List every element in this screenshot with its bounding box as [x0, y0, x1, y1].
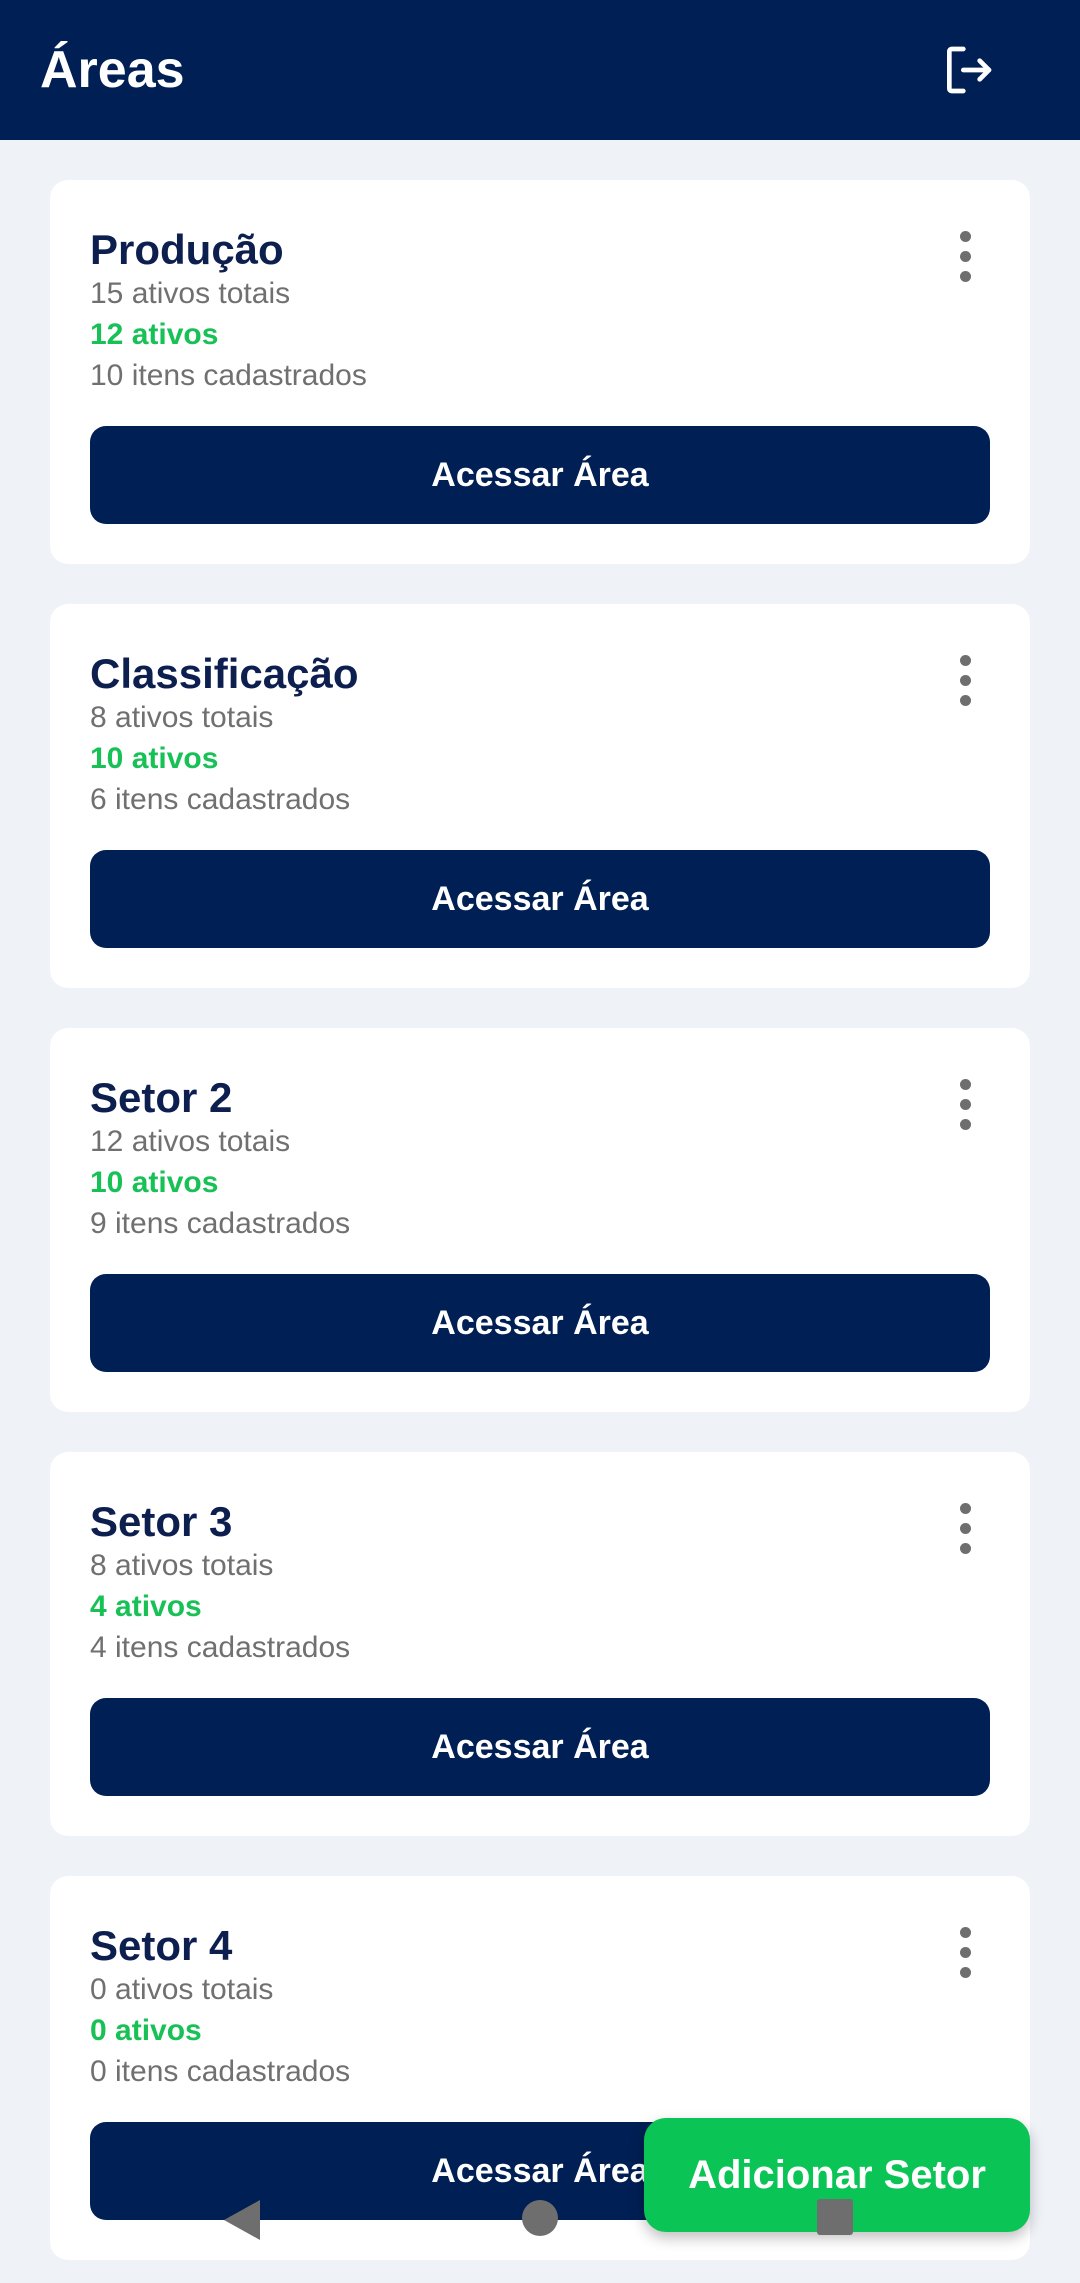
registered-items-text: 4 itens cadastrados	[90, 1631, 351, 1664]
active-assets-text: 0 ativos	[90, 2014, 202, 2047]
active-assets-text: 4 ativos	[90, 1590, 202, 1623]
more-options-button[interactable]	[940, 220, 990, 292]
area-title: Produção	[90, 226, 284, 273]
access-area-button[interactable]: Acessar Área	[90, 850, 990, 948]
area-card: Produção 15 ativos totais 12 ativos 10 i…	[50, 180, 1030, 564]
home-circle-icon[interactable]	[520, 2198, 560, 2238]
more-options-button[interactable]	[940, 1916, 990, 1988]
logout-icon	[947, 46, 992, 94]
access-area-button[interactable]: Acessar Área	[90, 1274, 990, 1372]
registered-items-text: 6 itens cadastrados	[90, 783, 351, 816]
kebab-menu-icon	[959, 1502, 971, 1514]
registered-items-text: 9 itens cadastrados	[90, 1207, 351, 1240]
area-card: Setor 2 12 ativos totais 10 ativos 9 ite…	[50, 1028, 1030, 1412]
area-title: Setor 3	[90, 1498, 233, 1545]
access-area-button[interactable]: Acessar Área	[90, 426, 990, 524]
back-triangle-icon[interactable]	[222, 2198, 262, 2242]
total-assets-text: 12 ativos totais	[90, 1125, 291, 1158]
registered-items-text: 10 itens cadastrados	[90, 359, 367, 392]
active-assets-text: 12 ativos	[90, 318, 219, 351]
app-bar: Áreas	[0, 0, 1080, 140]
kebab-menu-icon	[959, 654, 971, 666]
active-assets-text: 10 ativos	[90, 1166, 219, 1199]
area-title: Setor 4	[90, 1922, 233, 1969]
total-assets-text: 8 ativos totais	[90, 1549, 274, 1582]
more-options-button[interactable]	[940, 644, 990, 716]
total-assets-text: 8 ativos totais	[90, 701, 274, 734]
total-assets-text: 15 ativos totais	[90, 277, 291, 310]
registered-items-text: 0 itens cadastrados	[90, 2055, 351, 2088]
kebab-menu-icon	[959, 230, 971, 242]
active-assets-text: 10 ativos	[90, 742, 219, 775]
area-card: Classificação 8 ativos totais 10 ativos …	[50, 604, 1030, 988]
access-area-button[interactable]: Acessar Área	[90, 1698, 990, 1796]
more-options-button[interactable]	[940, 1068, 990, 1140]
area-title: Classificação	[90, 650, 359, 697]
area-card: Setor 3 8 ativos totais 4 ativos 4 itens…	[50, 1452, 1030, 1836]
recents-square-icon[interactable]	[816, 2198, 854, 2236]
kebab-menu-icon	[959, 1926, 971, 1938]
total-assets-text: 0 ativos totais	[90, 1973, 274, 2006]
logout-button[interactable]	[930, 34, 1006, 106]
page-title: Áreas	[40, 41, 185, 99]
more-options-button[interactable]	[940, 1492, 990, 1564]
kebab-menu-icon	[959, 1078, 971, 1090]
area-title: Setor 2	[90, 1074, 233, 1121]
system-nav-bar	[0, 2190, 1080, 2250]
